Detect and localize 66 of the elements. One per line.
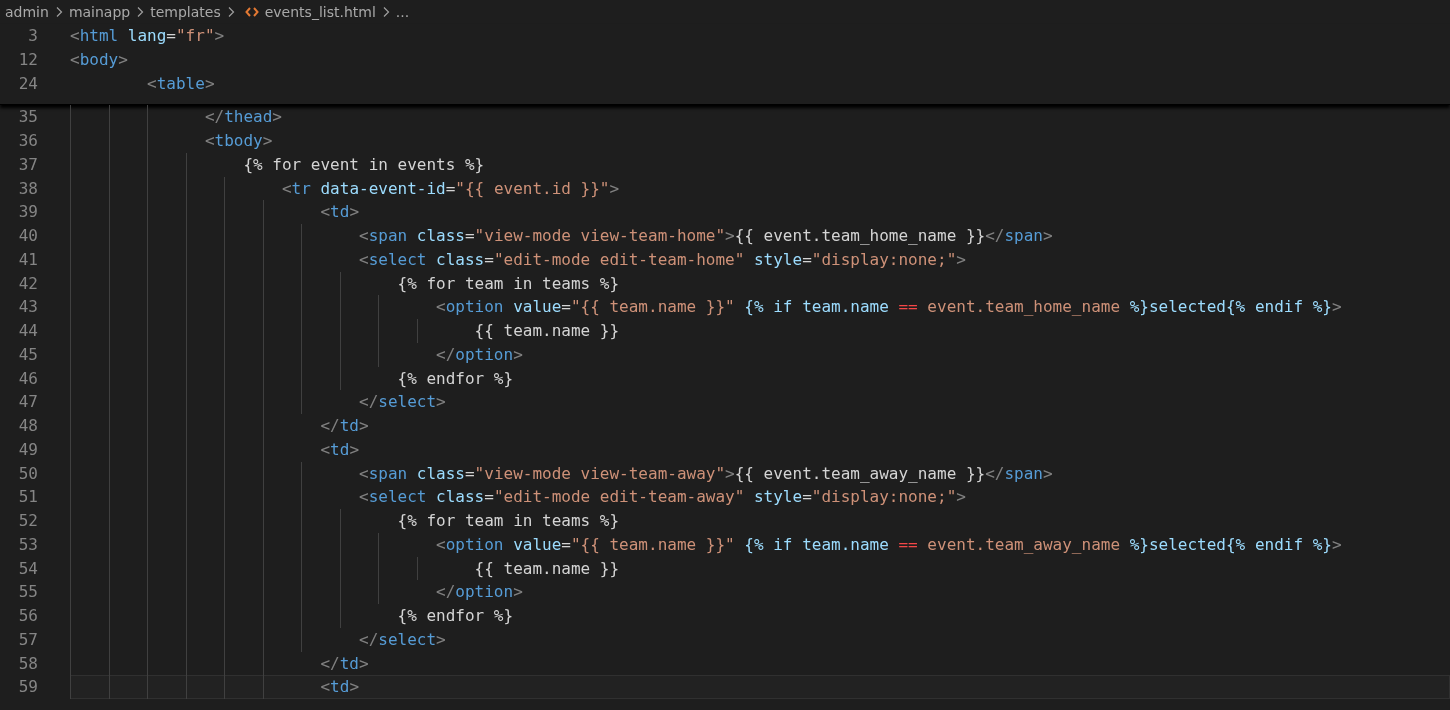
code-line: {% endfor %} xyxy=(397,368,514,388)
line-number: 44 xyxy=(17,320,38,342)
code-line: {% for team in teams %} xyxy=(397,511,620,530)
line-number: 41 xyxy=(17,248,38,271)
code-line: </select> xyxy=(359,392,446,412)
line-number: 48 xyxy=(17,415,38,437)
line-number: 37 xyxy=(17,153,38,176)
line-number: 45 xyxy=(17,343,38,366)
line-number: 49 xyxy=(17,438,38,461)
line-number: 38 xyxy=(17,177,38,200)
code-line: <tr data-event-id="{{ event.id }}"> xyxy=(281,178,620,198)
code-line: <span class="view-mode view-team-home">{{ event.team_home_name }}</span> xyxy=(359,226,1053,245)
code-line: <select class="edit-mode edit-team-away" style="display:none;"> xyxy=(359,487,966,507)
line-number: 24 xyxy=(17,72,38,95)
breadcrumb-item[interactable]: mainapp xyxy=(68,4,131,20)
code-line: {{ team.name }} xyxy=(474,321,620,340)
line-number: 57 xyxy=(17,628,38,651)
line-number: 46 xyxy=(17,367,38,390)
code-brackets-icon xyxy=(244,6,259,18)
breadcrumb-item[interactable]: ... xyxy=(395,4,410,20)
code-line: {% endfor %} xyxy=(397,606,514,625)
line-number: 52 xyxy=(17,510,38,532)
code-line: </td> xyxy=(320,416,369,435)
line-number: 56 xyxy=(17,605,38,627)
code-line: <td> xyxy=(320,677,359,697)
code-line: <tbody> xyxy=(204,131,273,150)
line-number: 35 xyxy=(17,106,38,129)
line-number: 39 xyxy=(17,201,38,224)
line-number: 55 xyxy=(17,581,38,604)
line-number: 59 xyxy=(17,676,38,699)
code-line: {% for event in events %} xyxy=(243,154,485,174)
line-number: 40 xyxy=(17,225,38,247)
code-line[interactable]: <table> xyxy=(147,71,215,96)
code-line: <span class="view-mode view-team-away">{{ event.team_away_name }}</span> xyxy=(359,463,1053,483)
line-number: 53 xyxy=(17,533,38,556)
code-line: {{ team.name }} xyxy=(474,558,620,578)
code-line[interactable]: <html lang="fr"> xyxy=(70,24,225,48)
code-line: </td> xyxy=(320,653,369,673)
line-number: 3 xyxy=(27,25,38,47)
line-number: 58 xyxy=(17,652,38,675)
code-line: <option value="{{ team.name }}" {% if team.name == event.team_away_name %}selected{% endif %}> xyxy=(436,534,1342,554)
chevron-icon xyxy=(54,6,63,18)
code-line: {% for team in teams %} xyxy=(397,273,620,293)
line-number: 42 xyxy=(17,272,38,295)
breadcrumb-item[interactable]: events_list.html xyxy=(264,4,376,20)
line-number: 54 xyxy=(17,557,38,580)
chevron-icon xyxy=(381,6,390,18)
line-number: 43 xyxy=(17,296,38,319)
breadcrumb-item[interactable]: admin xyxy=(5,4,49,20)
code-line: </option> xyxy=(436,582,523,602)
line-number: 36 xyxy=(17,130,38,152)
line-number: 50 xyxy=(17,462,38,485)
line-number: 47 xyxy=(17,391,38,414)
chevron-icon xyxy=(226,6,235,18)
code-line: <select class="edit-mode edit-team-home" style="display:none;"> xyxy=(359,249,966,269)
code-line: <td> xyxy=(320,202,359,222)
code-line: <option value="{{ team.name }}" {% if team.name == event.team_home_name %}selected{% endif %}> xyxy=(436,297,1342,317)
code-line[interactable]: <body> xyxy=(70,47,128,72)
line-number: 12 xyxy=(17,48,38,71)
code-line: </option> xyxy=(436,344,523,364)
code-line: <td> xyxy=(320,439,359,459)
breadcrumb-item[interactable]: templates xyxy=(150,4,221,20)
code-line: </thead> xyxy=(204,107,282,127)
code-line: </select> xyxy=(359,629,446,649)
chevron-icon xyxy=(136,6,145,18)
line-number: 51 xyxy=(17,486,38,509)
